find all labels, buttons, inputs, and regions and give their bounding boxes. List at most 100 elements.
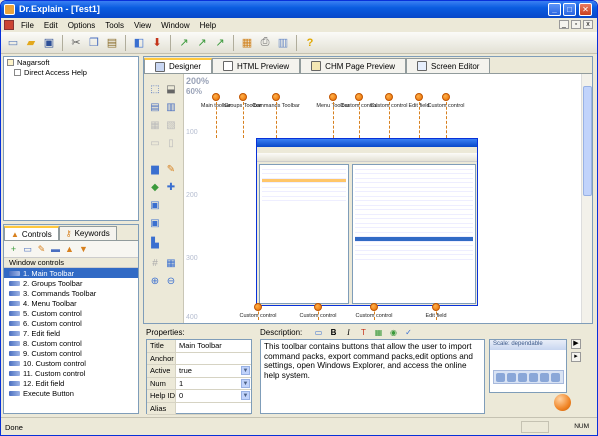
settings-icon[interactable]: ▥ <box>275 35 291 51</box>
select-tool-icon[interactable]: ⬚ <box>148 83 162 97</box>
captured-screenshot[interactable] <box>256 138 478 306</box>
tab-screen-editor[interactable]: Screen Editor <box>405 58 491 73</box>
list-item[interactable]: 7. Edit field <box>4 328 138 338</box>
callout-marker[interactable] <box>272 93 280 101</box>
menu-edit[interactable]: Edit <box>39 21 63 30</box>
list-item[interactable]: 9. Custom control <box>4 348 138 358</box>
callout-marker[interactable] <box>415 93 423 101</box>
design-canvas[interactable]: 200% 60% 100 200 300 400 Main toolbar Gr… <box>184 74 581 323</box>
callout-marker[interactable] <box>432 303 440 311</box>
save-icon[interactable]: ▣ <box>41 35 57 51</box>
scrollbar-thumb[interactable] <box>583 86 592 196</box>
list-item[interactable]: 10. Custom control <box>4 358 138 368</box>
tree-node-child[interactable]: Direct Access Help <box>4 67 138 77</box>
next-arrow-icon[interactable]: ▶ <box>571 339 581 349</box>
menu-help[interactable]: Help <box>195 21 221 30</box>
property-value[interactable] <box>176 353 251 365</box>
insert-image-icon[interactable]: ◉ <box>388 327 399 338</box>
property-value[interactable]: true ▼ <box>176 365 251 377</box>
property-value[interactable]: 0 ▼ <box>176 390 251 402</box>
export-icon[interactable]: ⬇ <box>149 35 165 51</box>
title-bar[interactable]: Dr.Explain - [Test1] _ □ ✕ <box>1 1 597 18</box>
zoom-out-icon[interactable]: ⊖ <box>164 275 178 289</box>
menu-window[interactable]: Window <box>156 21 194 30</box>
menu-file[interactable]: File <box>16 21 39 30</box>
tab-designer[interactable]: Designer <box>144 58 213 73</box>
tab-html-preview[interactable]: HTML Preview <box>212 58 301 73</box>
callout-marker[interactable] <box>212 93 220 101</box>
list-item[interactable]: 1. Main Toolbar <box>4 268 138 278</box>
bring-front-icon[interactable]: ▣ <box>148 199 162 213</box>
callout-marker[interactable] <box>314 303 322 311</box>
dropdown-arrow-icon[interactable]: ▼ <box>241 391 250 400</box>
print-icon[interactable]: ⎙ <box>257 35 273 51</box>
same-height-icon[interactable]: ▯ <box>164 137 178 151</box>
minimize-button[interactable]: _ <box>548 3 561 16</box>
open-folder-icon[interactable]: ▰ <box>23 35 39 51</box>
callout-marker[interactable] <box>385 93 393 101</box>
delete-object-icon[interactable]: ▆ <box>148 163 162 177</box>
list-item[interactable]: 5. Custom control <box>4 308 138 318</box>
add-field-icon[interactable]: ▭ <box>22 244 33 255</box>
arrange-icon[interactable]: ▦ <box>164 257 178 271</box>
callout-marker[interactable] <box>442 93 450 101</box>
cut-icon[interactable]: ✂ <box>68 35 84 51</box>
mdi-close-button[interactable]: x <box>583 20 593 29</box>
move-up-icon[interactable]: ▲ <box>64 244 75 255</box>
callout-marker[interactable] <box>355 93 363 101</box>
help-icon[interactable]: ? <box>302 35 318 51</box>
refresh-icon[interactable]: ▸ <box>571 352 581 362</box>
menu-view[interactable]: View <box>129 21 156 30</box>
list-icon[interactable]: ▦ <box>373 327 384 338</box>
list-item[interactable]: 11. Custom control <box>4 368 138 378</box>
import-icon[interactable]: ◧ <box>131 35 147 51</box>
callout-marker[interactable] <box>329 93 337 101</box>
maximize-button[interactable]: □ <box>563 3 576 16</box>
tab-controls[interactable]: ▲ Controls <box>4 226 59 240</box>
insert-link-icon[interactable]: ▭ <box>313 327 324 338</box>
description-textarea[interactable]: This toolbar contains buttons that allow… <box>260 339 485 414</box>
list-item[interactable]: 8. Custom control <box>4 338 138 348</box>
menu-tools[interactable]: Tools <box>100 21 129 30</box>
dropdown-arrow-icon[interactable]: ▼ <box>241 378 250 388</box>
dropdown-arrow-icon[interactable]: ▼ <box>241 366 250 375</box>
delete-icon[interactable]: ▬ <box>50 244 61 255</box>
align-left-icon[interactable]: ▤ <box>148 101 162 115</box>
zoom-in-icon[interactable]: ⊕ <box>148 275 162 289</box>
callout-marker[interactable] <box>254 303 262 311</box>
tab-keywords[interactable]: ⚷ Keywords <box>58 226 117 240</box>
list-item[interactable]: 3. Commands Toolbar <box>4 288 138 298</box>
mdi-restore-button[interactable]: ▫ <box>571 20 581 29</box>
designer-scrollbar[interactable] <box>581 74 592 323</box>
add-control-icon[interactable]: + <box>8 244 19 255</box>
tab-chm-preview[interactable]: CHM Page Preview <box>300 58 406 73</box>
anchor-icon[interactable]: ◆ <box>148 181 162 195</box>
callout-marker[interactable] <box>239 93 247 101</box>
capture-window-icon[interactable]: ↗ <box>194 35 210 51</box>
list-item[interactable]: Execute Button <box>4 388 138 398</box>
list-item[interactable]: 4. Menu Toolbar <box>4 298 138 308</box>
list-item[interactable]: 2. Groups Toolbar <box>4 278 138 288</box>
paste-icon[interactable]: ▤ <box>104 35 120 51</box>
property-value[interactable]: Main Toolbar <box>176 340 251 352</box>
mdi-minimize-button[interactable]: _ <box>559 20 569 29</box>
italic-icon[interactable]: I <box>343 327 354 338</box>
capture-icon[interactable]: ↗ <box>176 35 192 51</box>
close-button[interactable]: ✕ <box>579 3 592 16</box>
text-color-icon[interactable]: T <box>358 327 369 338</box>
align-right-icon[interactable]: ▥ <box>164 101 178 115</box>
new-file-icon[interactable]: ▭ <box>5 35 21 51</box>
move-down-icon[interactable]: ▼ <box>78 244 89 255</box>
capture-region-icon[interactable]: ↗ <box>212 35 228 51</box>
list-item[interactable]: 12. Edit field <box>4 378 138 388</box>
copy-icon[interactable]: ❐ <box>86 35 102 51</box>
spellcheck-icon[interactable]: ✓ <box>403 327 414 338</box>
property-value[interactable]: 1 ▼ <box>176 378 251 390</box>
compile-icon[interactable]: ▦ <box>239 35 255 51</box>
properties-icon[interactable]: ✎ <box>36 244 47 255</box>
grid-icon[interactable]: # <box>148 257 162 271</box>
tree-node-root[interactable]: Nagarsoft <box>4 57 138 67</box>
align-bottom-icon[interactable]: ▧ <box>164 119 178 133</box>
align-top-icon[interactable]: ▦ <box>148 119 162 133</box>
paint-icon[interactable]: ✎ <box>164 163 178 177</box>
